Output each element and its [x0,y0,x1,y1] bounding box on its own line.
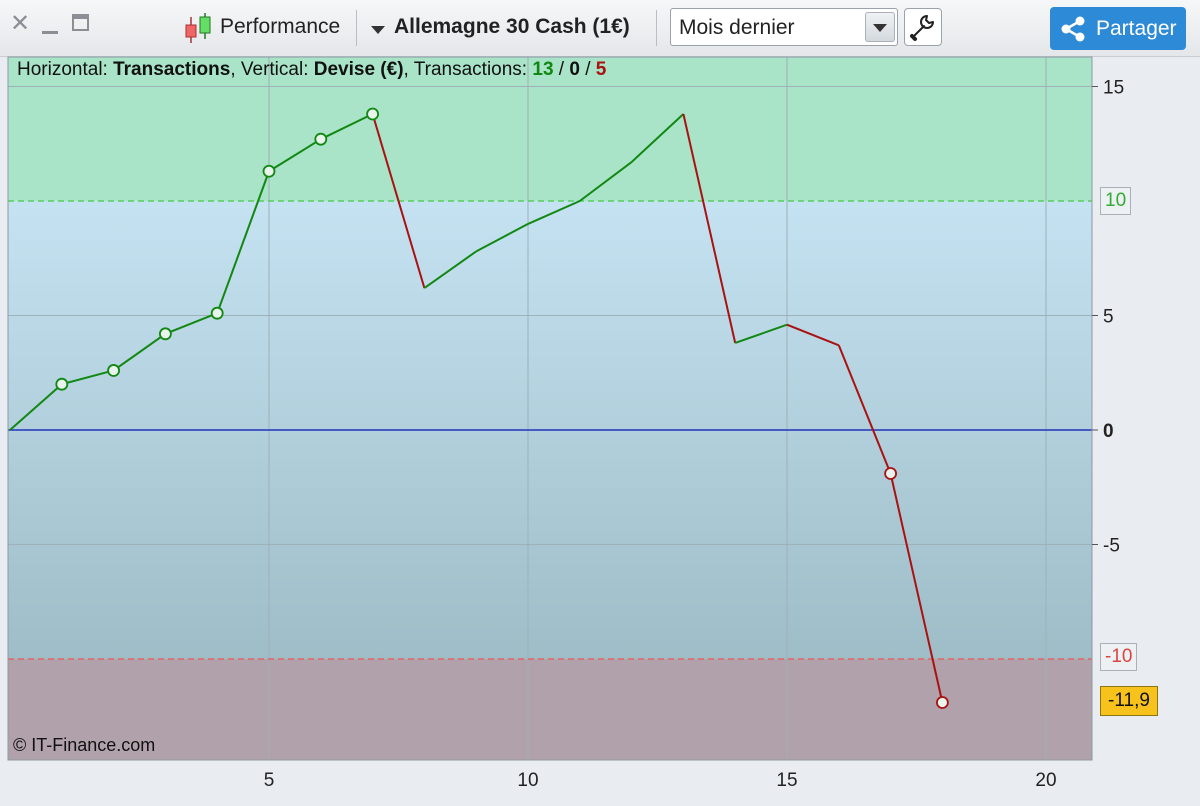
tx-separator: / [579,59,596,80]
maximize-icon[interactable] [70,12,92,39]
toolbar: ✕ Performance Allemagne 30 Cash (1€) Moi… [0,0,1200,57]
data-point-marker [262,164,276,178]
share-button-label: Partager [1096,17,1177,40]
data-point-marker [936,696,949,709]
data-point-marker [314,132,328,146]
performance-label[interactable]: Performance [220,15,340,39]
upper-level-label: 10 [1100,187,1132,215]
y-tick-label: 15 [1103,78,1124,99]
period-select-value: Mois dernier [679,16,795,39]
last-value-badge: -11,9 [1100,686,1158,716]
period-select[interactable]: Mois dernier [670,8,898,46]
vertical-prefix: , Vertical: [230,59,314,80]
y-tick-label: 5 [1103,307,1114,328]
data-point-marker [107,364,120,377]
y-tick-label: 0 [1103,421,1114,442]
toolbar-separator [656,10,657,46]
chevron-down-icon[interactable] [371,22,385,40]
transactions-prefix: , Transactions: [403,59,533,80]
data-point-marker [55,377,69,391]
performance-window: ✕ Performance Allemagne 30 Cash (1€) Moi… [0,0,1200,806]
data-point-marker [210,306,224,320]
close-icon[interactable]: ✕ [10,12,30,36]
performance-chart[interactable]: 5 10 15 201550-5 [0,56,1200,806]
x-tick-label: 15 [776,770,797,791]
x-tick-label: 20 [1035,770,1056,791]
chevron-down-icon[interactable] [865,12,895,42]
lower-level-label: -10 [1100,643,1138,671]
losing-transactions-count: 5 [595,59,607,80]
horizontal-axis-value: Transactions [113,59,231,80]
vertical-axis-value: Devise (€) [313,59,404,80]
candlestick-icon [183,11,215,50]
copyright-text: © IT-Finance.com [13,735,156,755]
share-button[interactable]: Partager [1050,7,1186,50]
wrench-icon [910,15,934,41]
data-point-marker [884,467,897,480]
data-point-marker [158,327,172,341]
neutral-transactions-count: 0 [569,59,580,80]
minimize-icon[interactable] [40,14,62,41]
toolbar-separator [356,10,357,46]
horizontal-prefix: Horizontal: [17,59,114,80]
x-tick-label: 10 [517,770,538,791]
winning-transactions-count: 13 [532,59,554,80]
lower-zone [8,659,1092,760]
chart-info-line: Horizontal: Transactions, Vertical: Devi… [17,59,606,81]
data-point-marker [366,107,380,121]
settings-wrench-button[interactable] [904,8,942,46]
y-tick-label: -5 [1103,536,1120,557]
instrument-title[interactable]: Allemagne 30 Cash (1€) [394,15,630,39]
tx-separator: / [553,59,570,80]
share-icon [1061,16,1085,42]
x-tick-label: 5 [264,770,275,791]
